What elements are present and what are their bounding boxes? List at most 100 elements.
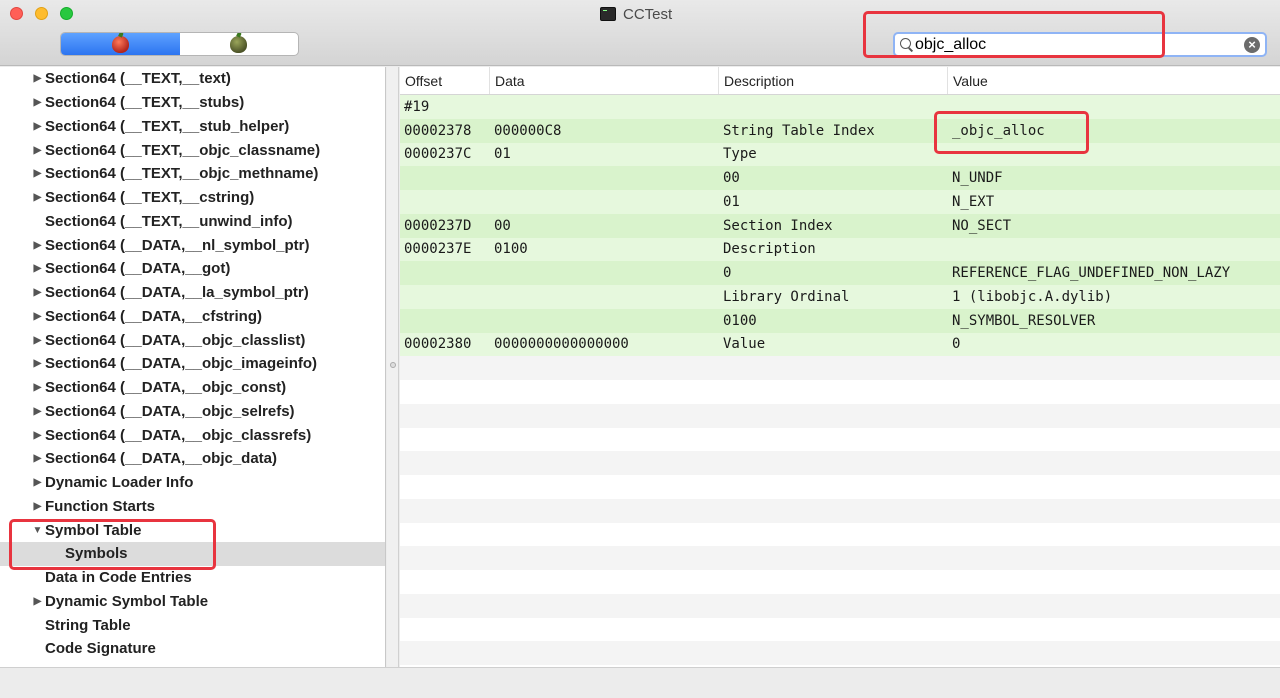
cell-offset: 00002378 — [404, 122, 472, 139]
sidebar-item[interactable]: ▶ Section64 (__DATA,__objc_const) — [0, 376, 385, 400]
column-header-value[interactable]: Value — [948, 67, 1280, 94]
sidebar-item[interactable]: ▶ Section64 (__TEXT,__stub_helper) — [0, 115, 385, 139]
sidebar-item[interactable]: ▶ Section64 (__TEXT,__objc_methname) — [0, 162, 385, 186]
disclosure-collapsed-icon[interactable]: ▶ — [32, 121, 43, 132]
disclosure-collapsed-icon[interactable]: ▶ — [32, 263, 43, 274]
table-row[interactable]: 0000237E 0100 Description — [400, 237, 1280, 262]
cell-description: Description — [723, 241, 816, 258]
split-view-divider[interactable] — [387, 67, 399, 667]
raw-view-segment[interactable] — [61, 33, 180, 55]
table-row[interactable]: 0 REFERENCE_FLAG_UNDEFINED_NON_LAZY — [400, 261, 1280, 285]
column-header-data[interactable]: Data — [490, 67, 719, 94]
sidebar-item[interactable]: ▶ Section64 (__DATA,__nl_symbol_ptr) — [0, 233, 385, 257]
cell-description: String Table Index — [723, 122, 875, 139]
sidebar-item-label: String Table — [45, 616, 131, 634]
cell-offset: 00002380 — [404, 336, 472, 353]
zoom-window-button[interactable] — [60, 7, 73, 20]
disclosure-collapsed-icon[interactable]: ▶ — [32, 382, 43, 393]
column-header-description[interactable]: Description — [719, 67, 948, 94]
disclosure-collapsed-icon[interactable]: ▶ — [32, 596, 43, 607]
disclosure-collapsed-icon[interactable]: ▶ — [32, 453, 43, 464]
sidebar-item[interactable]: ▶ Section64 (__TEXT,__stubs) — [0, 91, 385, 115]
disclosure-collapsed-icon[interactable]: ▶ — [32, 477, 43, 488]
cell-data: 0100 — [494, 241, 528, 258]
terminal-icon — [600, 7, 616, 21]
table-row[interactable]: #19 — [400, 95, 1280, 119]
close-window-button[interactable] — [10, 7, 23, 20]
empty-row — [400, 546, 1280, 570]
cell-value: 0 — [952, 336, 961, 353]
sidebar-item[interactable]: ▶ Dynamic Symbol Table — [0, 590, 385, 614]
minimize-window-button[interactable] — [35, 7, 48, 20]
disclosure-collapsed-icon[interactable]: ▶ — [32, 501, 43, 512]
sidebar-item-label: Section64 (__DATA,__objc_data) — [45, 450, 278, 468]
column-header-offset[interactable]: Offset — [400, 67, 490, 94]
disclosure-collapsed-icon[interactable]: ▶ — [32, 430, 43, 441]
divider-handle-icon[interactable] — [390, 362, 396, 368]
disclosure-collapsed-icon[interactable]: ▶ — [32, 358, 43, 369]
disclosure-collapsed-icon[interactable]: ▶ — [32, 287, 43, 298]
disclosure-collapsed-icon[interactable]: ▶ — [32, 335, 43, 346]
sidebar-item[interactable]: ▶ Section64 (__DATA,__objc_data) — [0, 447, 385, 471]
disclosure-collapsed-icon[interactable]: ▶ — [32, 240, 43, 251]
disclosure-collapsed-icon[interactable]: ▶ — [32, 192, 43, 203]
cell-offset: 0000237E — [404, 241, 472, 258]
table-row[interactable]: 0000237D 00 Section Index NO_SECT — [400, 213, 1280, 238]
table-row[interactable]: 00002378 000000C8 String Table Index _objc_… — [400, 118, 1280, 143]
search-input[interactable] — [915, 35, 1235, 54]
sidebar-item-label: Section64 (__DATA,__nl_symbol_ptr) — [45, 236, 310, 254]
sidebar-item[interactable]: ▶ Section64 (__DATA,__got) — [0, 257, 385, 281]
sidebar-item[interactable]: ▶ Section64 (__DATA,__objc_imageinfo) — [0, 352, 385, 376]
sidebar-item[interactable]: ▶ Section64 (__DATA,__objc_selrefs) — [0, 400, 385, 424]
disclosure-collapsed-icon[interactable]: ▶ — [32, 97, 43, 108]
sidebar-item-label: Section64 (__DATA,__objc_classlist) — [45, 331, 306, 349]
disclosure-collapsed-icon[interactable]: ▶ — [32, 73, 43, 84]
disclosure-expanded-icon[interactable]: ▼ — [32, 525, 43, 536]
sidebar-item[interactable]: ▼ Symbol Table — [0, 518, 385, 542]
sidebar-item[interactable]: ▶ Section64 (__DATA,__cfstring) — [0, 305, 385, 329]
cell-value: NO_SECT — [952, 217, 1012, 234]
empty-row — [400, 475, 1280, 499]
table-row[interactable]: 00 N_UNDF — [400, 166, 1280, 190]
sidebar-item[interactable]: Code Signature — [0, 637, 385, 661]
empty-row — [400, 380, 1280, 404]
table-header: Offset Data Description Value — [400, 67, 1280, 95]
sidebar-item[interactable]: ▶ Section64 (__TEXT,__text) — [0, 67, 385, 91]
sidebar-item-label: Section64 (__TEXT,__objc_classname) — [45, 141, 321, 159]
rva-view-segment[interactable] — [180, 33, 299, 55]
sidebar-item[interactable]: Section64 (__TEXT,__unwind_info) — [0, 210, 385, 234]
empty-row — [400, 451, 1280, 475]
search-field[interactable]: × — [893, 32, 1267, 57]
table-row[interactable]: 01 N_EXT — [400, 190, 1280, 214]
sidebar-item[interactable]: Symbols — [0, 542, 385, 566]
sidebar-item[interactable]: ▶ Section64 (__DATA,__objc_classrefs) — [0, 423, 385, 447]
disclosure-collapsed-icon[interactable]: ▶ — [32, 406, 43, 417]
sidebar-item[interactable]: ▶ Section64 (__DATA,__la_symbol_ptr) — [0, 281, 385, 305]
window-title: CCTest — [600, 4, 672, 24]
table-row[interactable]: 0100 N_SYMBOL_RESOLVER — [400, 308, 1280, 333]
disclosure-collapsed-icon[interactable]: ▶ — [32, 311, 43, 322]
cell-data: 01 — [494, 146, 511, 163]
clear-icon[interactable]: × — [1244, 37, 1260, 53]
sidebar-item[interactable]: ▶ Function Starts — [0, 495, 385, 519]
red-apple-icon — [111, 35, 129, 53]
cell-offset: #19 — [404, 98, 430, 115]
green-apple-icon — [230, 35, 248, 53]
table-row[interactable]: 00002380 0000000000000000 Value 0 — [400, 332, 1280, 357]
cell-description: Type — [723, 146, 757, 163]
disclosure-collapsed-icon[interactable]: ▶ — [32, 168, 43, 179]
table-row[interactable]: Library Ordinal 1 (libobjc.A.dylib) — [400, 285, 1280, 309]
cell-value: N_UNDF — [952, 170, 1003, 187]
cell-description: Value — [723, 336, 766, 353]
table-row[interactable]: 0000237C 01 Type — [400, 142, 1280, 167]
sidebar-item[interactable]: ▶ Dynamic Loader Info — [0, 471, 385, 495]
sidebar-item[interactable]: String Table — [0, 613, 385, 637]
sidebar-item[interactable]: Data in Code Entries — [0, 566, 385, 590]
disclosure-collapsed-icon[interactable]: ▶ — [32, 145, 43, 156]
sidebar-item[interactable]: ▶ Section64 (__TEXT,__cstring) — [0, 186, 385, 210]
empty-row — [400, 356, 1280, 380]
sidebar-item[interactable]: ▶ Section64 (__TEXT,__objc_classname) — [0, 138, 385, 162]
sidebar-item[interactable]: ▶ Section64 (__DATA,__objc_classlist) — [0, 328, 385, 352]
empty-row — [400, 641, 1280, 665]
sidebar-item-label: Section64 (__DATA,__objc_selrefs) — [45, 402, 295, 420]
